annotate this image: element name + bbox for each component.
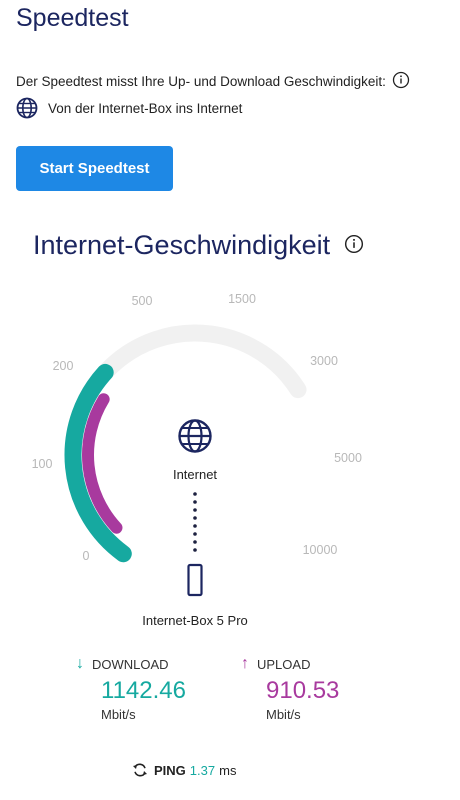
connection-dots <box>193 492 197 552</box>
ping-label: PING <box>154 762 186 778</box>
globe-icon <box>178 419 212 453</box>
start-speedtest-button[interactable]: Start Speedtest <box>16 146 173 191</box>
tick-label: 0 <box>83 549 90 563</box>
download-arrow-icon: ↓ <box>76 655 84 672</box>
upload-unit: Mbit/s <box>266 707 301 722</box>
ping-unit: ms <box>219 762 237 778</box>
info-icon[interactable] <box>392 71 410 92</box>
tick-label: 5000 <box>334 451 362 465</box>
description-text: Der Speedtest misst Ihre Up- und Downloa… <box>16 74 386 89</box>
refresh-icon <box>133 763 147 777</box>
upload-label: UPLOAD <box>257 656 311 672</box>
upload-value: 910.53 <box>266 677 340 704</box>
route-row: Von der Internet-Box ins Internet <box>16 97 242 119</box>
download-unit: Mbit/s <box>101 707 136 722</box>
ping-value: 1.37 <box>189 762 216 778</box>
globe-icon <box>16 97 38 119</box>
internet-label: Internet <box>173 467 217 482</box>
upload-metric: ↑ UPLOAD 910.53 Mbit/s <box>241 655 339 722</box>
download-metric: ↓ DOWNLOAD 1142.46 Mbit/s <box>76 655 186 722</box>
page-title: Speedtest <box>16 4 129 32</box>
router-icon <box>187 563 203 597</box>
description-row: Der Speedtest misst Ihre Up- und Downloa… <box>16 71 410 92</box>
upload-arrow-icon: ↑ <box>241 655 249 672</box>
ping-row: PING 1.37 ms <box>132 762 236 778</box>
router-label: Internet-Box 5 Pro <box>142 613 248 628</box>
tick-label: 1500 <box>228 292 256 306</box>
speed-gauge: 0 100 200 500 1500 3000 5000 10000 Inter… <box>32 292 362 628</box>
info-icon[interactable] <box>344 230 364 261</box>
tick-label: 3000 <box>310 354 338 368</box>
download-value: 1142.46 <box>101 677 186 704</box>
tick-label: 100 <box>32 457 53 471</box>
tick-label: 500 <box>132 294 153 308</box>
speed-title: Internet-Geschwindigkeit <box>33 230 331 260</box>
route-text: Von der Internet-Box ins Internet <box>48 100 243 116</box>
download-label: DOWNLOAD <box>92 656 169 672</box>
speed-title-row: Internet-Geschwindigkeit <box>33 230 364 261</box>
tick-label: 200 <box>53 359 74 373</box>
tick-label: 10000 <box>303 543 338 557</box>
